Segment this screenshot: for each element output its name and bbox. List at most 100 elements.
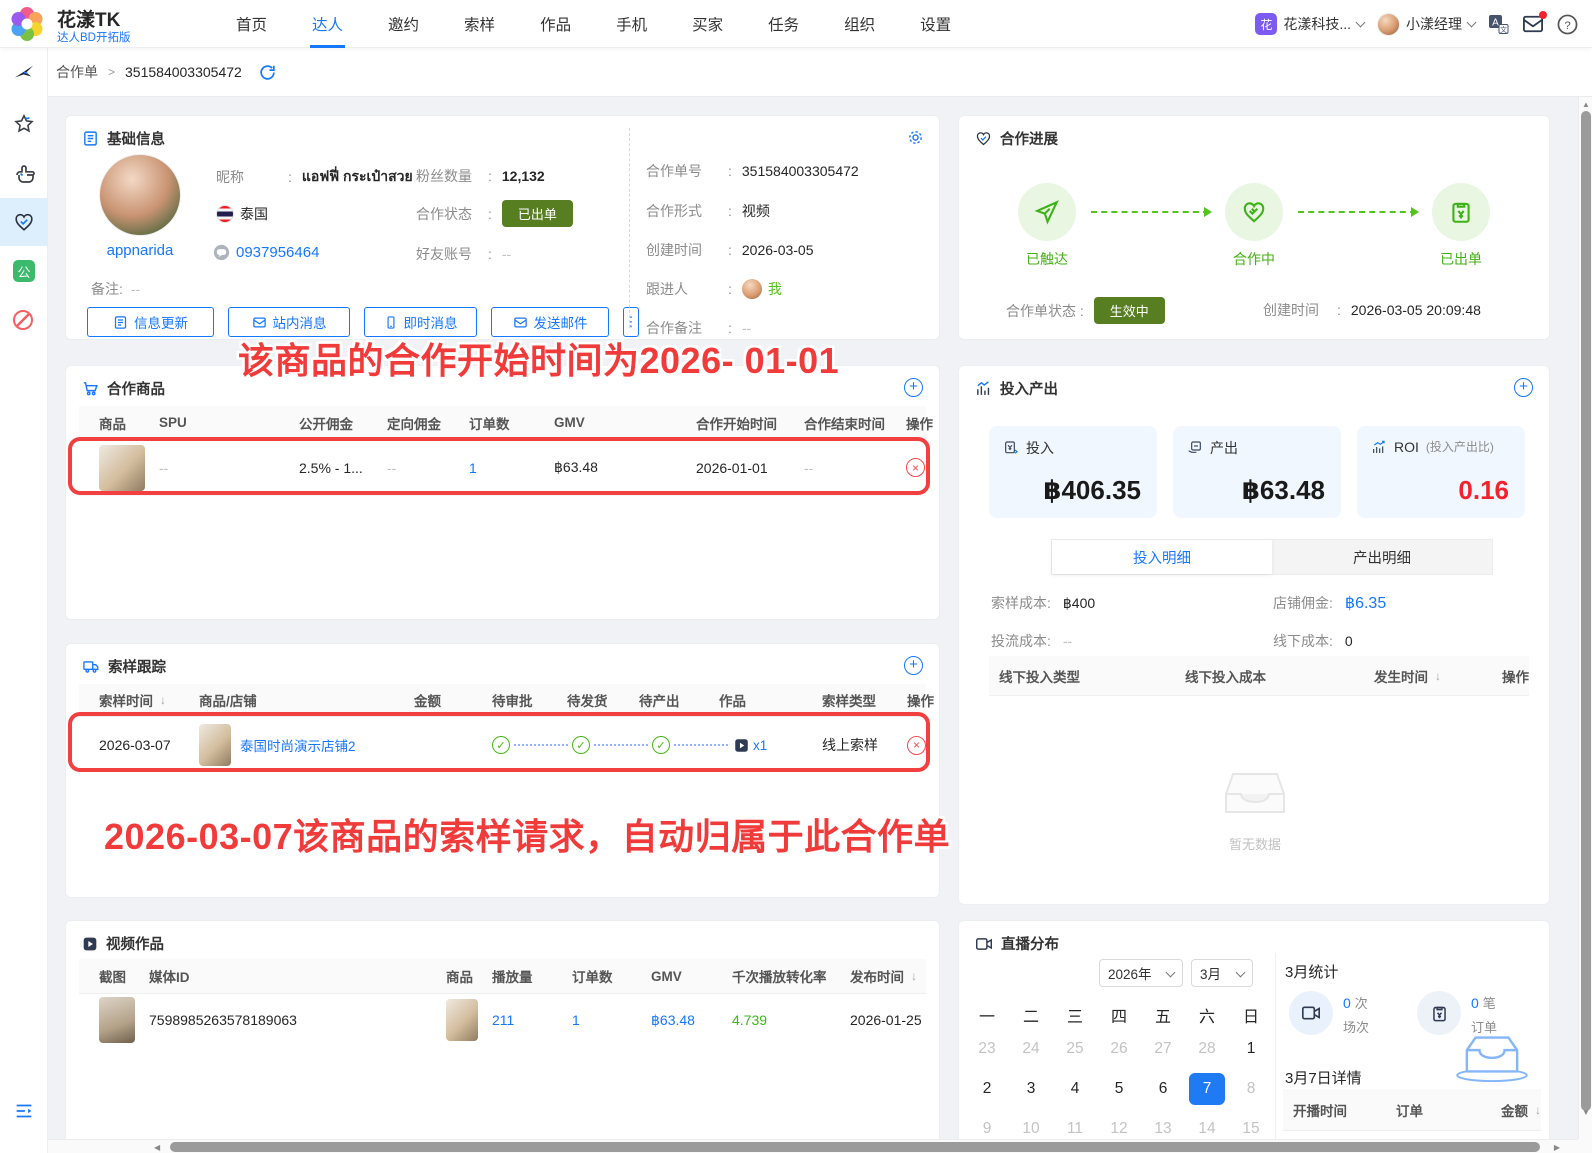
nav-item-phone[interactable]: 手机 xyxy=(616,0,647,48)
nav-item-settings[interactable]: 设置 xyxy=(920,0,951,48)
calendar-day[interactable]: 4 xyxy=(1057,1073,1093,1105)
month-select[interactable]: 3月 xyxy=(1191,959,1253,987)
blocklist-icon[interactable] xyxy=(13,310,33,330)
brand-bird-icon[interactable] xyxy=(13,62,35,84)
calendar-day[interactable]: 26 xyxy=(1101,1033,1137,1065)
scroll-up-arrow[interactable]: ▲ xyxy=(1582,100,1590,109)
col-video-product: 商品 xyxy=(446,966,492,986)
col-spu: SPU xyxy=(159,415,299,430)
step-ordered-label: 已出单 xyxy=(1401,249,1521,269)
add-product-button[interactable]: + xyxy=(904,378,923,397)
output-stat-box: 产出 ฿63.48 xyxy=(1173,426,1341,518)
works-count-link[interactable]: x1 xyxy=(753,738,767,753)
nav-item-works[interactable]: 作品 xyxy=(540,0,571,48)
tab-output-detail[interactable]: 产出明细 xyxy=(1272,540,1492,574)
calendar-day[interactable]: 23 xyxy=(969,1033,1005,1065)
cooperation-heart-icon[interactable] xyxy=(13,211,35,233)
talent-username-link[interactable]: appnarida xyxy=(99,242,181,259)
video-orders-link[interactable]: 1 xyxy=(572,1012,651,1028)
nav-item-task[interactable]: 任务 xyxy=(768,0,799,48)
calendar-day[interactable]: 2 xyxy=(969,1073,1005,1105)
calendar-day[interactable]: 28 xyxy=(1189,1033,1225,1065)
progress-dotted-line xyxy=(594,744,648,746)
basic-info-title: 基础信息 xyxy=(107,128,165,149)
step-reached-label: 已触达 xyxy=(987,249,1107,269)
breadcrumb: 合作单 > 351584003305472 xyxy=(48,48,1592,97)
calendar-day[interactable]: 25 xyxy=(1057,1033,1093,1065)
col-sample-time[interactable]: 索样时间↓ xyxy=(99,690,199,710)
orders-count-link[interactable]: 1 xyxy=(469,460,554,476)
gear-icon[interactable] xyxy=(906,128,925,147)
col-occur-time[interactable]: 发生时间↓ xyxy=(1374,666,1502,686)
products-title: 合作商品 xyxy=(107,378,165,399)
step-cooperating-label: 合作中 xyxy=(1194,249,1314,269)
col-video-gmv: GMV xyxy=(651,969,732,984)
refresh-icon[interactable] xyxy=(258,63,277,82)
tab-invest-detail[interactable]: 投入明细 xyxy=(1052,540,1272,574)
header-tools: 花 花漾科技... 小漾经理 A 文 xyxy=(1255,0,1578,48)
calendar-day[interactable]: 8 xyxy=(1233,1073,1269,1105)
favorites-star-icon[interactable] xyxy=(13,113,35,135)
collapse-menu-icon[interactable] xyxy=(13,1100,35,1122)
sample-cost-value: ฿400 xyxy=(1063,595,1095,612)
progress-title: 合作进展 xyxy=(1000,128,1058,149)
shop-link[interactable]: 泰国时尚演示店铺2 xyxy=(240,735,356,755)
company-name: 花漾科技... xyxy=(1283,14,1351,34)
nav-item-talent[interactable]: 达人 xyxy=(312,0,343,48)
plays-link[interactable]: 211 xyxy=(492,1012,572,1028)
horizontal-scrollbar[interactable]: ◀ ▶ xyxy=(48,1139,1578,1153)
public-sea-icon[interactable]: 公 xyxy=(13,260,35,282)
ad-cost-value: -- xyxy=(1063,633,1072,649)
calendar-day[interactable]: 3 xyxy=(1013,1073,1049,1105)
breadcrumb-root[interactable]: 合作单 xyxy=(56,62,98,82)
add-sample-button[interactable]: + xyxy=(904,656,923,675)
basic-info-card: 基础信息 appnarida 昵称 : แอฟฟี่ กระเป๋าสวย 泰国… xyxy=(65,115,940,340)
remark-label: 备注: xyxy=(91,279,123,299)
vertical-scrollbar[interactable]: ▲ ▼ xyxy=(1578,97,1592,1139)
col-live-orders: 订单 xyxy=(1396,1100,1471,1120)
calendar-day-selected[interactable]: 7 xyxy=(1189,1073,1225,1105)
fans-label: 粉丝数量 xyxy=(416,166,478,186)
calendar-week-row: 23 24 25 26 27 28 1 xyxy=(969,1033,1269,1065)
friend-account-label: 好友账号 xyxy=(416,244,478,264)
mail-icon[interactable] xyxy=(1522,14,1544,34)
calendar-day[interactable]: 27 xyxy=(1145,1033,1181,1065)
output-label: 产出 xyxy=(1210,438,1238,458)
gmv-value: ฿63.48 xyxy=(554,459,696,476)
coop-end-value: -- xyxy=(804,460,906,476)
nav-item-home[interactable]: 首页 xyxy=(236,0,267,48)
col-live-amount[interactable]: 金额↓ xyxy=(1471,1100,1541,1120)
calendar-day[interactable]: 5 xyxy=(1101,1073,1137,1105)
year-select[interactable]: 2026年 xyxy=(1099,959,1183,987)
add-investment-button[interactable]: + xyxy=(1514,378,1533,397)
app-logo-flower-icon xyxy=(7,4,47,44)
calendar-day[interactable]: 1 xyxy=(1233,1033,1269,1065)
basic-info-icon xyxy=(82,130,99,147)
phone-link[interactable]: 0937956464 xyxy=(236,244,319,261)
remove-product-icon[interactable]: × xyxy=(906,458,925,477)
follower-label: 跟进人 xyxy=(646,279,718,299)
vertical-scroll-thumb[interactable] xyxy=(1581,111,1591,1111)
scroll-right-arrow[interactable]: ▶ xyxy=(1554,1143,1560,1152)
user-menu[interactable]: 小漾经理 xyxy=(1377,13,1475,36)
nav-item-org[interactable]: 组织 xyxy=(844,0,875,48)
nav-item-sample[interactable]: 索样 xyxy=(464,0,495,48)
info-update-button[interactable]: 信息更新 xyxy=(87,307,214,337)
thailand-flag-icon xyxy=(216,205,234,223)
samples-table-header: 索样时间↓ 商品/店铺 金额 待审批 待发货 待产出 作品 索样类型 操作 xyxy=(79,684,926,717)
nav-item-invite[interactable]: 邀约 xyxy=(388,0,419,48)
remove-sample-icon[interactable]: × xyxy=(907,736,926,755)
reach-hand-icon[interactable] xyxy=(13,162,37,186)
horizontal-scroll-thumb[interactable] xyxy=(170,1142,1540,1152)
nav-item-buyer[interactable]: 买家 xyxy=(692,0,723,48)
calendar-day[interactable]: 24 xyxy=(1013,1033,1049,1065)
scroll-left-arrow[interactable]: ◀ xyxy=(154,1143,160,1152)
scroll-down-arrow[interactable]: ▼ xyxy=(1582,1108,1590,1117)
translate-icon[interactable]: A 文 xyxy=(1488,14,1509,35)
company-switcher[interactable]: 花 花漾科技... xyxy=(1255,13,1364,35)
sample-time-value: 2026-03-07 xyxy=(99,737,199,753)
media-id-value: 7598985263578189063 xyxy=(149,1012,446,1028)
col-publish-time[interactable]: 发布时间↓ xyxy=(850,966,960,986)
help-icon[interactable]: ? xyxy=(1557,14,1578,35)
calendar-day[interactable]: 6 xyxy=(1145,1073,1181,1105)
